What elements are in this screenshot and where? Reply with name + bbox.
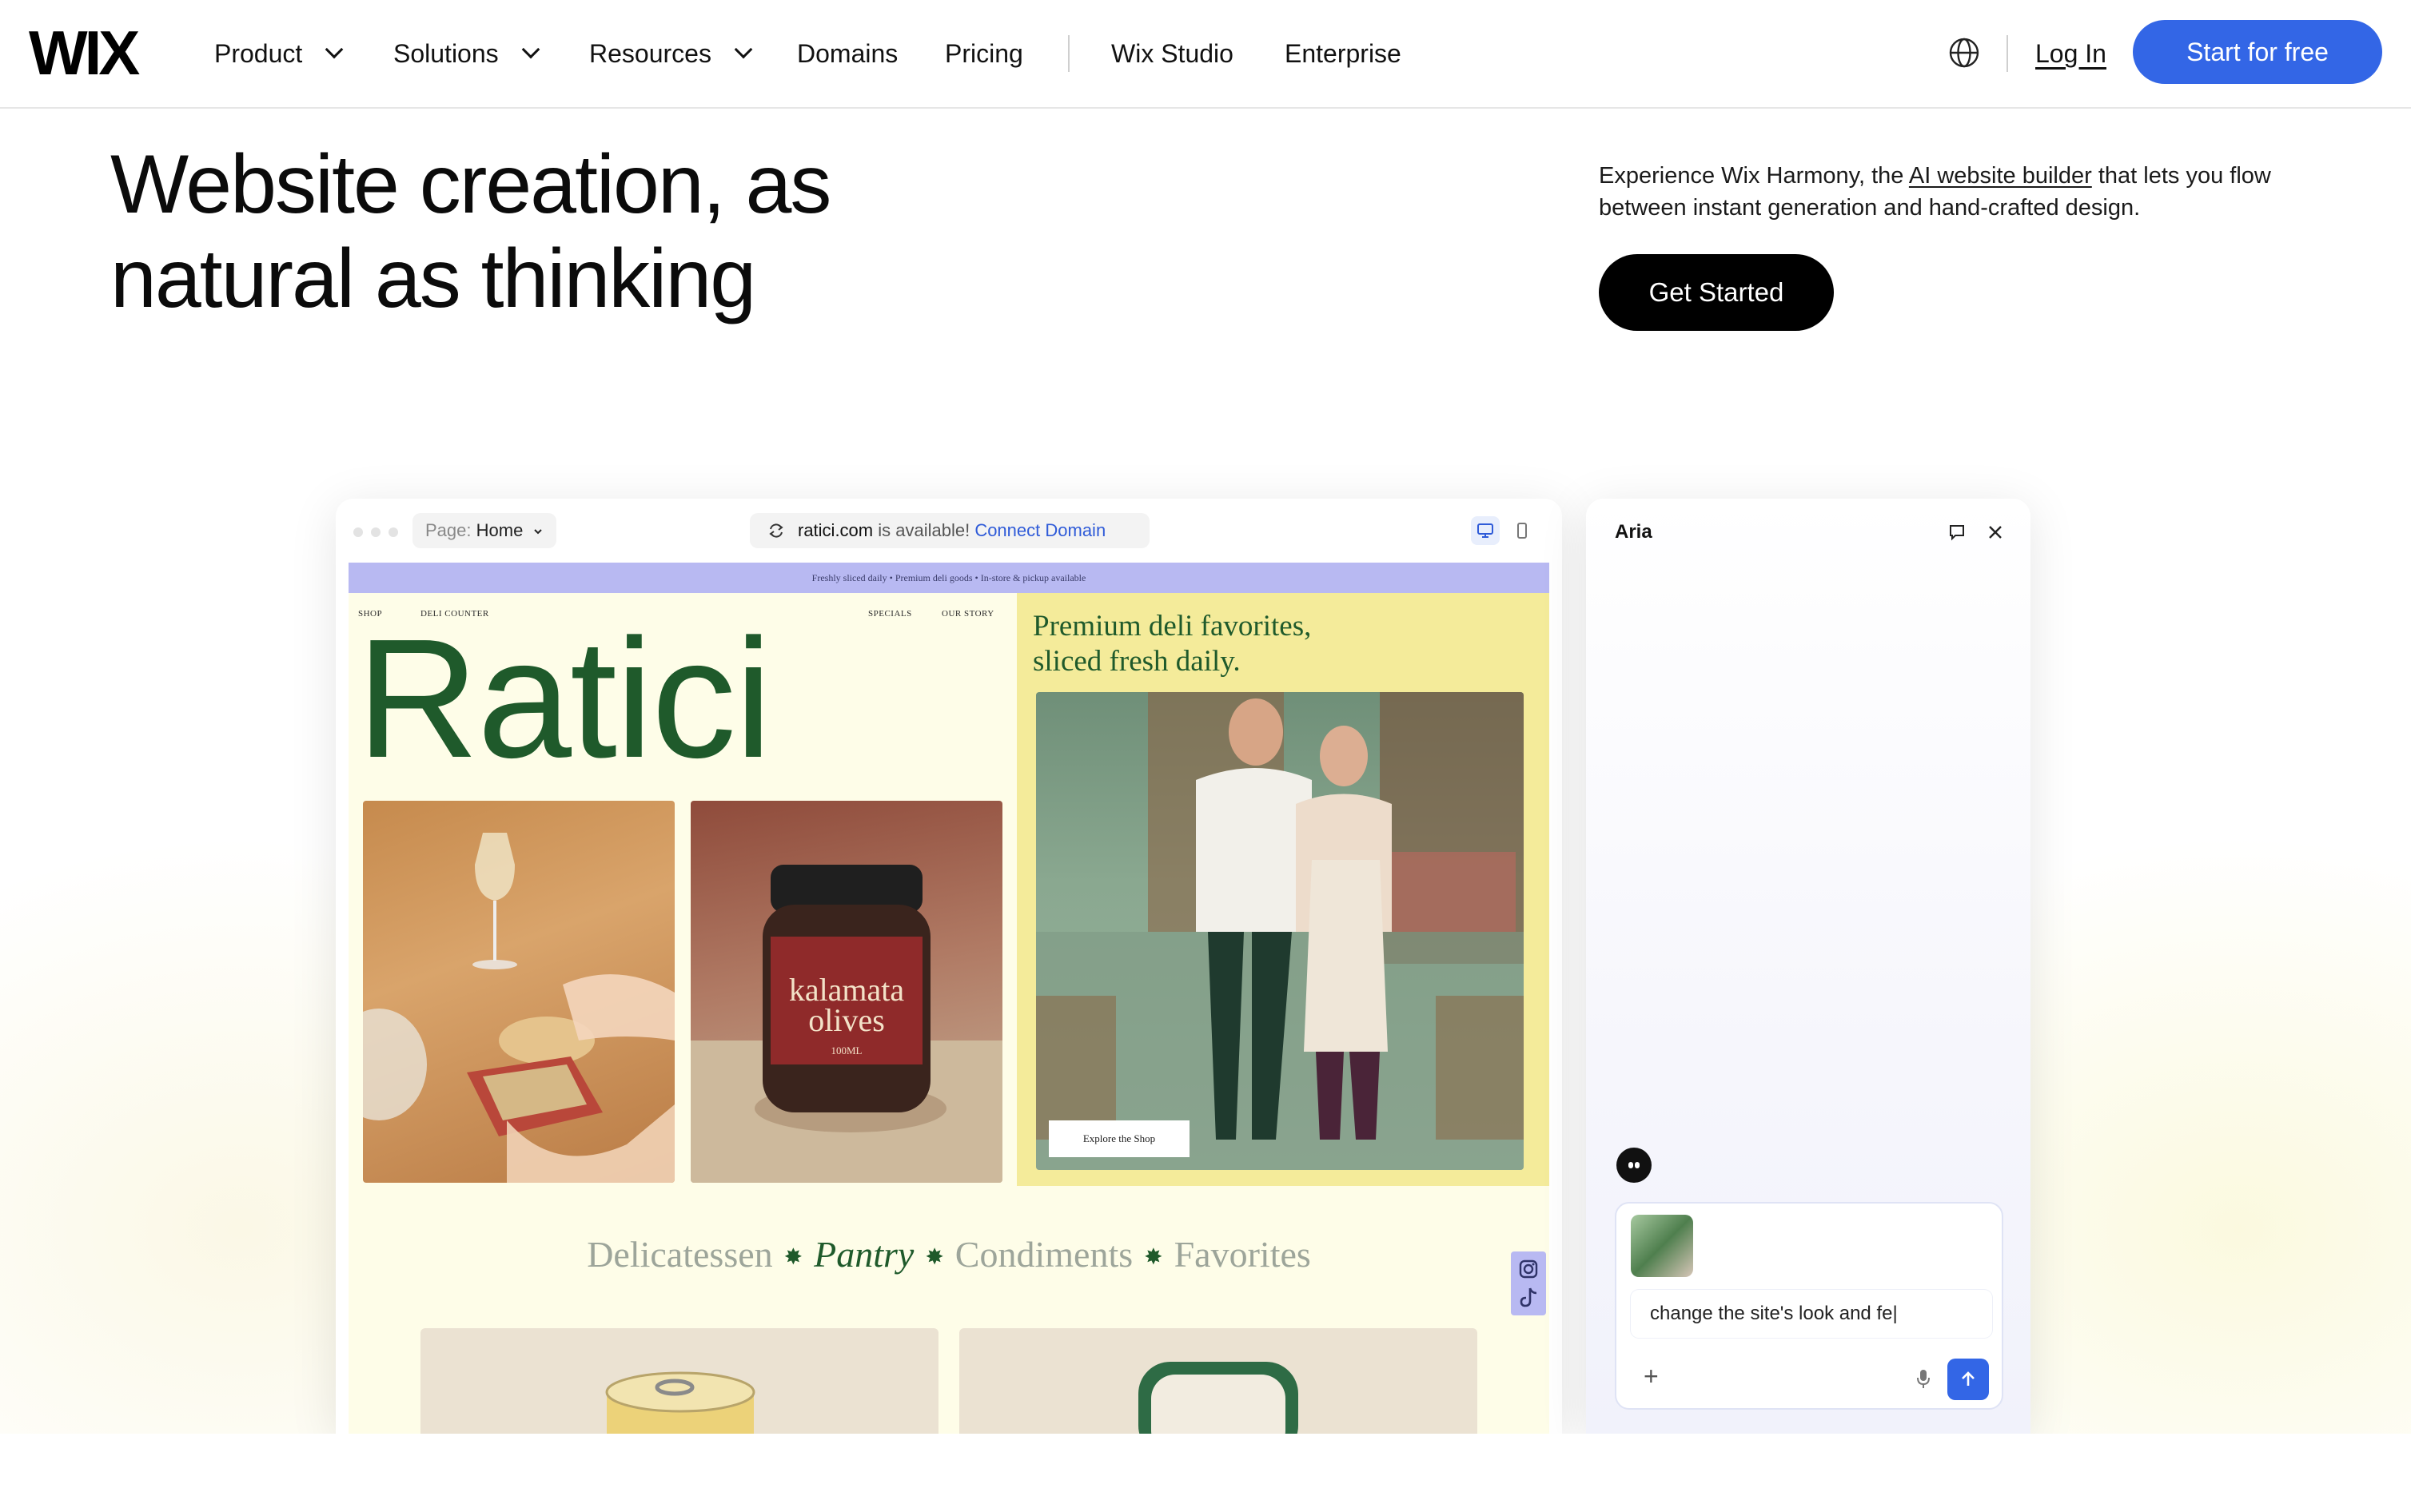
refresh-icon <box>769 523 783 538</box>
desktop-view-icon[interactable] <box>1471 516 1500 545</box>
chevron-down-icon <box>521 40 540 59</box>
hero-title: Website creation, as natural as thinking <box>110 137 1070 326</box>
nav-pricing[interactable]: Pricing <box>945 34 1023 74</box>
start-for-free-button[interactable]: Start for free <box>2133 20 2382 84</box>
top-nav: WIX Product Solutions Resources Domains … <box>0 0 2411 109</box>
nav-divider <box>2007 35 2008 72</box>
chevron-down-icon <box>325 40 344 59</box>
jar-label-volume: 100ML <box>831 1044 863 1056</box>
category-delicatessen[interactable]: Delicatessen <box>587 1234 772 1275</box>
chat-bubble-icon[interactable] <box>1947 523 1967 542</box>
nav-resources-label: Resources <box>589 39 711 68</box>
product-card-can[interactable] <box>420 1328 938 1434</box>
star-divider-icon: ✸ <box>783 1245 803 1271</box>
ai-chat-panel: Aria change the site's look and fe| + <box>1586 499 2030 1434</box>
chevron-down-icon <box>534 529 543 535</box>
shop-owners-photo: Explore the Shop <box>1036 692 1524 1170</box>
category-row: Delicatessen ✸ Pantry ✸ Condiments ✸ Favorites <box>349 1232 1549 1280</box>
site-brand: Ratici <box>357 603 772 793</box>
star-divider-icon: ✸ <box>1144 1245 1163 1271</box>
product-card-tin[interactable] <box>959 1328 1477 1434</box>
get-started-button[interactable]: Get Started <box>1599 254 1834 331</box>
domain-status: is available! <box>873 520 975 540</box>
page-selector[interactable]: Page: Home <box>412 513 557 548</box>
send-button[interactable] <box>1947 1359 1989 1400</box>
jar-label-line-1: kalamata <box>788 972 905 1008</box>
chat-composer: change the site's look and fe| + <box>1615 1202 2003 1410</box>
nav-resources[interactable]: Resources <box>589 34 753 74</box>
wix-logo[interactable]: WIX <box>29 21 140 85</box>
promo-bar: Freshly sliced daily • Premium deli good… <box>349 563 1549 593</box>
arrow-up-icon <box>1962 1371 1975 1386</box>
hero-description-start: Experience Wix Harmony, the <box>1599 163 1909 189</box>
site-tagline: Premium deli favorites, sliced fresh dai… <box>1033 610 1312 678</box>
page-selector-value: Home <box>476 520 524 540</box>
site-nav-our-story[interactable]: OUR STORY <box>942 609 994 619</box>
microphone-icon[interactable] <box>1914 1367 1933 1391</box>
category-condiments[interactable]: Condiments <box>955 1234 1133 1275</box>
nav-product-label: Product <box>214 39 303 68</box>
nav-solutions[interactable]: Solutions <box>393 34 540 74</box>
chevron-down-icon <box>734 40 753 59</box>
hero-panel: Premium deli favorites, sliced fresh dai… <box>1017 593 1549 1186</box>
jar-label: kalamata olives 100ML <box>771 972 923 1061</box>
nav-domains[interactable]: Domains <box>797 34 898 74</box>
add-attachment-button[interactable]: + <box>1644 1360 1659 1392</box>
category-pantry[interactable]: Pantry <box>814 1234 914 1275</box>
domain-name: ratici.com <box>798 520 874 540</box>
explore-shop-button[interactable]: Explore the Shop <box>1049 1120 1190 1157</box>
hero-title-line-1: Website creation, as <box>110 138 831 231</box>
device-switcher <box>1471 516 1533 545</box>
login-link[interactable]: Log In <box>2035 34 2106 74</box>
chat-prompt-input[interactable]: change the site's look and fe| <box>1631 1290 1992 1338</box>
page-bottom-band <box>0 1434 2411 1512</box>
site-preview[interactable]: Freshly sliced daily • Premium deli good… <box>349 563 1549 1434</box>
attached-image-thumbnail[interactable] <box>1631 1215 1693 1277</box>
site-nav-specials[interactable]: SPECIALS <box>868 609 912 619</box>
window-dots <box>353 527 398 537</box>
tiktok-icon <box>1520 1288 1532 1307</box>
globe-icon[interactable] <box>1948 37 1980 69</box>
category-favorites[interactable]: Favorites <box>1174 1234 1311 1275</box>
nav-wix-studio[interactable]: Wix Studio <box>1111 34 1233 74</box>
nav-solutions-label: Solutions <box>393 39 499 68</box>
ai-website-builder-link[interactable]: AI website builder <box>1909 163 2092 189</box>
editor-window: Page: Home ratici.com is available! Conn… <box>336 499 1562 1434</box>
jar-label-line-2: olives <box>808 1002 885 1038</box>
nav-enterprise[interactable]: Enterprise <box>1285 34 1401 74</box>
nav-product[interactable]: Product <box>214 34 344 74</box>
hero-description: Experience Wix Harmony, the AI website b… <box>1599 160 2286 224</box>
hero-title-line-2: natural as thinking <box>110 233 756 325</box>
assistant-avatar <box>1616 1148 1652 1183</box>
food-photo-olives-jar: kalamata olives 100ML <box>691 801 1002 1183</box>
domain-banner: ratici.com is available! Connect Domain <box>750 513 1150 548</box>
chat-header-actions <box>1947 523 2005 542</box>
mobile-view-icon[interactable] <box>1511 516 1533 545</box>
food-photo-wine <box>363 801 675 1183</box>
page-selector-label: Page: <box>425 520 472 540</box>
close-icon[interactable] <box>1986 523 2005 542</box>
chat-title: Aria <box>1615 521 1652 543</box>
nav-divider <box>1068 35 1070 72</box>
star-divider-icon: ✸ <box>925 1245 944 1271</box>
connect-domain-link[interactable]: Connect Domain <box>974 520 1106 540</box>
editor-toolbar: Page: Home ratici.com is available! Conn… <box>336 499 1562 563</box>
